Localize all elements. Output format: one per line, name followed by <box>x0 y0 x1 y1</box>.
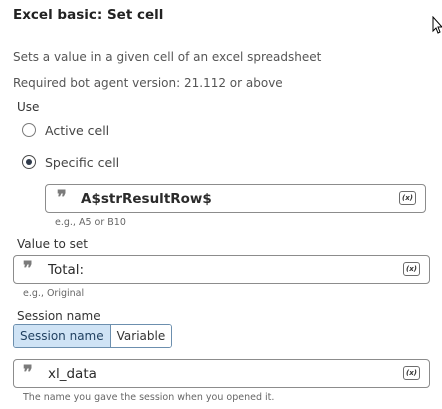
radio-label: Specific cell <box>45 155 120 170</box>
cell-hint: e.g., A5 or B10 <box>55 217 126 228</box>
panel-description: Sets a value in a given cell of an excel… <box>13 50 322 64</box>
session-name-input[interactable]: ❞ xl_data (x) <box>13 359 430 388</box>
bot-agent-requirement: Required bot agent version: 21.112 or ab… <box>13 76 283 90</box>
value-to-set-value: Total: <box>48 262 85 278</box>
session-name-hint: The name you gave the session when you o… <box>23 392 275 403</box>
value-to-set-input[interactable]: ❞ Total: (x) <box>13 255 430 284</box>
radio-option-specific-cell[interactable]: Specific cell <box>22 155 142 171</box>
radio-label: Active cell <box>45 123 110 138</box>
quote-icon: ❞ <box>23 362 33 383</box>
cell-input-value: A$strResultRow$ <box>81 191 212 207</box>
value-to-set-hint: e.g., Original <box>23 288 85 299</box>
variable-insert-icon[interactable]: (x) <box>399 191 416 205</box>
session-name-label: Session name <box>17 309 101 323</box>
session-name-value: xl_data <box>48 366 97 382</box>
mouse-cursor-icon <box>432 16 442 34</box>
variable-insert-icon[interactable]: (x) <box>403 262 420 276</box>
value-to-set-label: Value to set <box>17 237 88 251</box>
tab-session-name[interactable]: Session name <box>14 325 111 347</box>
radio-option-active-cell[interactable]: Active cell <box>22 123 142 139</box>
radio-button[interactable] <box>22 155 36 169</box>
panel-title: Excel basic: Set cell <box>13 7 164 23</box>
quote-icon: ❞ <box>23 258 33 279</box>
cell-input[interactable]: ❞ A$strResultRow$ (x) <box>45 184 426 213</box>
variable-insert-icon[interactable]: (x) <box>403 366 420 380</box>
quote-icon: ❞ <box>57 187 67 208</box>
tab-variable[interactable]: Variable <box>110 325 172 347</box>
radio-button[interactable] <box>22 123 36 137</box>
session-type-toggle[interactable]: Session name Variable <box>13 324 173 348</box>
use-label: Use <box>17 100 40 114</box>
